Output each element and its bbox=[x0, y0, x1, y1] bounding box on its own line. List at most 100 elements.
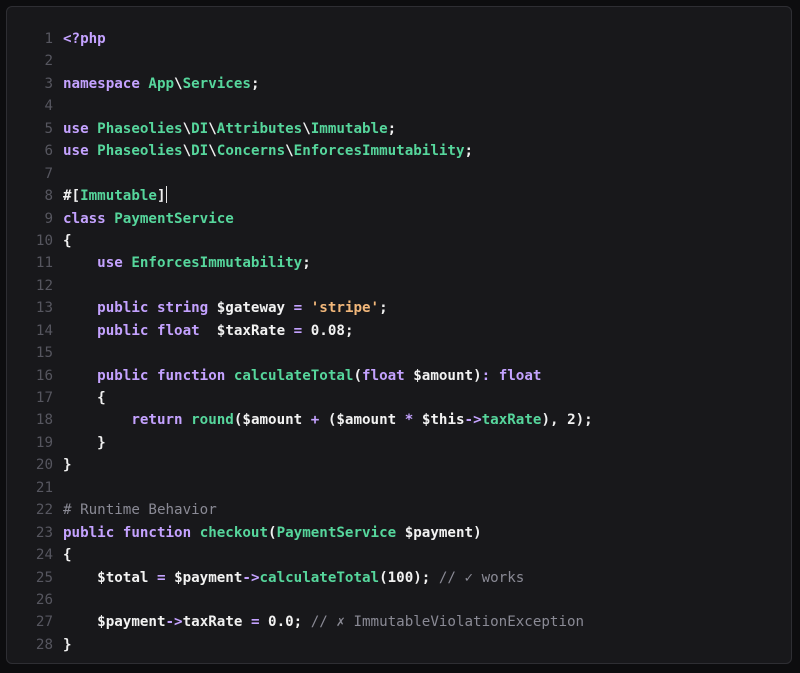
code-line[interactable]: 8 #[Immutable] bbox=[7, 185, 791, 207]
line-number: 2 bbox=[44, 53, 53, 70]
code-line[interactable]: 2 bbox=[7, 50, 791, 72]
code-token: use bbox=[97, 255, 123, 272]
code-line[interactable]: 12 bbox=[7, 275, 791, 297]
line-content: { bbox=[63, 544, 72, 566]
line-number: 8 bbox=[44, 188, 53, 205]
line-number: 16 bbox=[35, 367, 53, 384]
code-token: float bbox=[498, 367, 542, 384]
code-token: ; bbox=[387, 120, 397, 137]
line-number: 10 bbox=[35, 232, 53, 249]
code-token: 0.0 bbox=[268, 614, 294, 631]
code-token: ) bbox=[473, 524, 482, 541]
code-token: \ bbox=[285, 143, 294, 160]
code-token: use bbox=[63, 120, 89, 137]
code-token: use bbox=[63, 143, 89, 160]
line-number: 12 bbox=[35, 277, 53, 294]
code-token: ( bbox=[319, 412, 337, 429]
code-token: $amount bbox=[336, 412, 397, 429]
code-line[interactable]: 26 bbox=[7, 589, 791, 611]
code-token: ; bbox=[344, 322, 354, 339]
code-line[interactable]: 7 bbox=[7, 163, 791, 185]
code-line[interactable]: 11 use EnforcesImmutability; bbox=[7, 252, 791, 274]
code-token: $gateway bbox=[216, 300, 286, 317]
code-token: = bbox=[156, 569, 166, 586]
code-line[interactable]: 15 bbox=[7, 342, 791, 364]
code-line[interactable]: 13 public string $gateway = 'stripe'; bbox=[7, 297, 791, 319]
line-number: 9 bbox=[44, 210, 53, 227]
code-line[interactable]: 20} bbox=[7, 454, 791, 476]
line-content: public function calculateTotal(float $am… bbox=[63, 365, 541, 387]
code-token: ) bbox=[473, 367, 482, 384]
code-line[interactable]: 27 $payment->taxRate = 0.0; // ✗ Immutab… bbox=[7, 611, 791, 633]
line-number: 18 bbox=[35, 412, 53, 429]
code-token: Immutable bbox=[80, 188, 157, 205]
line-number: 23 bbox=[35, 524, 53, 541]
line-number: 5 bbox=[44, 120, 53, 137]
code-token: $payment bbox=[174, 569, 243, 586]
code-line[interactable]: 24 { bbox=[7, 544, 791, 566]
line-content: # Runtime Behavior bbox=[63, 499, 217, 521]
code-line[interactable]: 1 <?php bbox=[7, 28, 791, 50]
code-token: 100 bbox=[387, 569, 414, 586]
code-token: EnforcesImmutability bbox=[131, 255, 303, 272]
code-line[interactable]: 10 { bbox=[7, 230, 791, 252]
code-token: #[ bbox=[63, 188, 81, 205]
line-content: use EnforcesImmutability; bbox=[63, 252, 311, 274]
code-token: # Runtime Behavior bbox=[63, 502, 217, 519]
line-content: } bbox=[63, 454, 72, 476]
code-line[interactable]: 18 return round($amount + ($amount * $th… bbox=[7, 409, 791, 431]
code-token: Immutable bbox=[310, 120, 388, 137]
line-number: 25 bbox=[35, 569, 53, 586]
code-line[interactable]: 22 # Runtime Behavior bbox=[7, 499, 791, 521]
code-token: = bbox=[250, 614, 260, 631]
code-token: Services bbox=[182, 75, 251, 92]
code-line[interactable]: 19 } bbox=[7, 432, 791, 454]
code-token: \ bbox=[208, 143, 217, 160]
code-token: \ bbox=[182, 120, 192, 137]
code-line[interactable]: 14 public float $taxRate = 0.08; bbox=[7, 320, 791, 342]
code-token: Attributes bbox=[216, 120, 303, 137]
line-content: namespace App\Services; bbox=[63, 73, 259, 95]
code-line[interactable]: 3 namespace App\Services; bbox=[7, 73, 791, 95]
code-token: } bbox=[63, 434, 106, 451]
code-line[interactable]: 21 bbox=[7, 477, 791, 499]
code-line[interactable]: 9 class PaymentService bbox=[7, 208, 791, 230]
code-line[interactable]: 5 use Phaseolies\DI\Attributes\Immutable; bbox=[7, 118, 791, 140]
code-token: $payment bbox=[97, 614, 166, 631]
code-token: $payment bbox=[404, 524, 474, 541]
code-line[interactable]: 23 public function checkout(PaymentServic… bbox=[7, 522, 791, 544]
code-token: taxRate bbox=[182, 614, 251, 631]
code-token: -> bbox=[242, 569, 260, 586]
line-content: #[Immutable] bbox=[63, 185, 167, 207]
line-content: public function checkout(PaymentService … bbox=[63, 522, 482, 544]
code-token: string bbox=[156, 300, 209, 317]
code-line[interactable]: 16 public function calculateTotal(float … bbox=[7, 365, 791, 387]
code-token: ( bbox=[268, 524, 277, 541]
code-token: = bbox=[293, 322, 303, 339]
code-editor[interactable]: 1 <?php 2 3 namespace App\Services; 4 5 use Pha… bbox=[6, 6, 792, 664]
code-line[interactable]: 6 use Phaseolies\DI\Concerns\EnforcesImmu… bbox=[7, 140, 791, 162]
line-number: 1 bbox=[44, 31, 53, 47]
code-token: function bbox=[122, 524, 192, 541]
code-token: ( bbox=[379, 569, 388, 586]
code-line[interactable]: 28} bbox=[7, 634, 791, 656]
code-token: { bbox=[63, 547, 72, 564]
code-area[interactable]: 1 <?php 2 3 namespace App\Services; 4 5 use Pha… bbox=[7, 28, 791, 656]
code-line[interactable]: 17 { bbox=[7, 387, 791, 409]
code-line[interactable]: 4 bbox=[7, 95, 791, 117]
line-number: 28 bbox=[35, 636, 53, 653]
code-token: function bbox=[156, 367, 226, 384]
code-token: calculateTotal bbox=[259, 569, 380, 586]
code-line[interactable]: 25 $total = $payment->calculateTotal(100… bbox=[7, 567, 791, 589]
